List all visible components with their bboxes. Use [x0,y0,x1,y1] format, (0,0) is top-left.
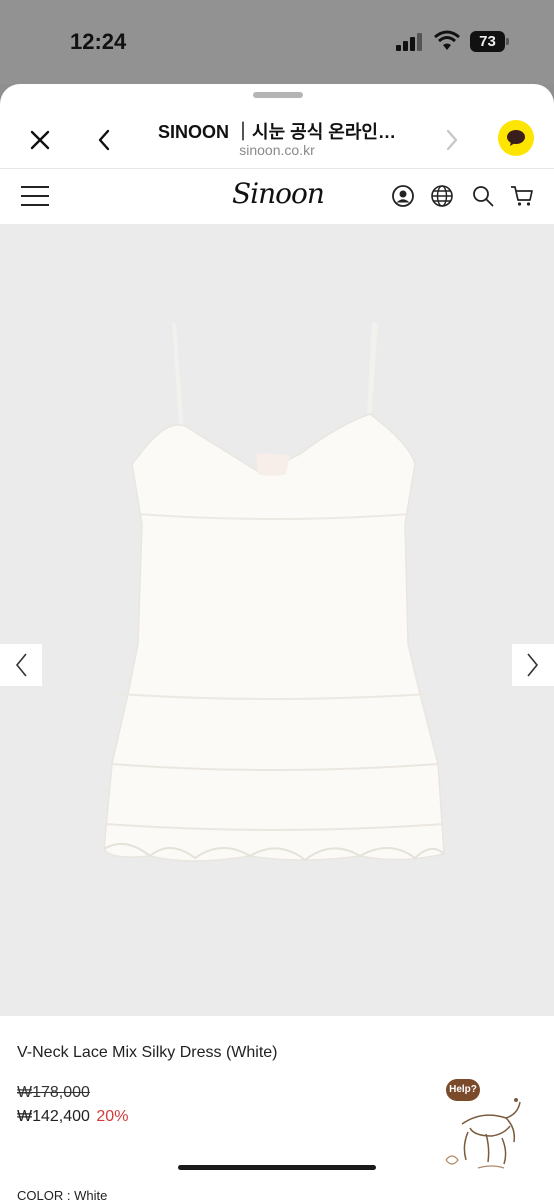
dress-image [103,322,445,862]
search-icon [473,186,494,207]
close-icon [30,130,50,150]
cellular-signal-icon [396,33,424,51]
sale-price: ₩142,400 [17,1108,90,1125]
status-time: 12:24 [70,29,127,54]
kakao-talk-button[interactable] [498,120,534,156]
original-price: ₩178,000 [17,1084,90,1101]
battery-level: 73 [470,31,505,52]
page-title: SINOON ｜시눈 공식 온라인… [158,122,396,142]
product-image[interactable] [0,224,554,1016]
back-button[interactable] [88,122,120,158]
site-header: Sinoon [0,168,554,224]
cart-button[interactable] [508,183,536,209]
prev-image-button[interactable] [0,644,42,686]
chevron-left-icon [98,129,110,151]
color-option-label: COLOR : White [17,1188,108,1200]
menu-button[interactable] [18,181,52,211]
home-indicator [178,1165,376,1170]
close-button[interactable] [22,122,58,158]
chevron-right-icon [527,653,539,677]
status-bar: 12:24 73 [0,0,554,84]
browser-sheet: SINOON ｜시눈 공식 온라인… sinoon.co.kr Sinoon V… [0,84,554,1200]
chevron-left-icon [15,653,27,677]
next-image-button[interactable] [512,644,554,686]
discount-badge: 20% [96,1108,129,1125]
site-logo[interactable]: Sinoon [232,177,325,210]
wifi-icon [434,30,460,50]
help-chat-widget[interactable]: Help? [432,1072,532,1180]
product-name: V-Neck Lace Mix Silky Dress (White) [17,1044,278,1061]
chat-bubble-icon [507,130,525,146]
page-url[interactable]: sinoon.co.kr [140,142,414,158]
search-button[interactable] [470,183,496,209]
sheet-grabber[interactable] [253,92,303,98]
user-icon [392,185,414,207]
browser-toolbar: SINOON ｜시눈 공식 온라인… sinoon.co.kr [0,102,554,168]
cart-icon [511,186,533,206]
globe-icon [431,185,453,207]
account-button[interactable] [390,183,416,209]
cartoon-animal-icon [445,1098,521,1169]
battery-icon: 73 [470,31,510,52]
sale-price-row: ₩142,400 20% [17,1108,128,1126]
chevron-right-icon [446,129,458,151]
language-button[interactable] [429,183,455,209]
forward-button[interactable] [438,122,466,158]
hamburger-menu-icon [21,186,49,206]
